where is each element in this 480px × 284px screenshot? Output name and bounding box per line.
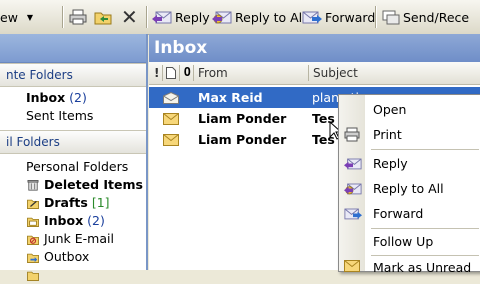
reply-icon [152,11,172,24]
navigation-pane: nte Folders Inbox (2) Sent Items il Fold… [0,34,148,281]
drafts-icon [27,199,39,209]
inbox-title: Inbox [149,34,480,62]
print-button[interactable] [69,7,87,27]
folder-personal-folders[interactable]: Personal Folders [26,158,128,176]
chevron-down-icon: ▼ [26,12,34,22]
menu-item-open[interactable]: Open [339,98,480,122]
view-menu-button[interactable]: ew ▼ [0,7,33,27]
menu-item-mark-as-unread-label: Mark as Unread [373,260,472,275]
unread-envelope-icon [163,134,179,146]
unread-envelope-icon [163,113,179,125]
menu-item-reply-to-all-label: Reply to All [373,181,444,196]
menu-item-print[interactable]: Print [339,123,480,147]
menu-item-forward-label: Forward [373,206,424,221]
menu-item-follow-up[interactable]: Follow Up [339,230,480,254]
read-envelope-icon [163,92,179,104]
junk-email-icon [27,235,39,245]
folder-next-partial[interactable] [26,266,44,284]
message-from: Max Reid [198,90,263,105]
send-receive-icon [382,10,400,25]
personal-folders-label: Personal Folders [26,159,129,174]
menu-item-forward[interactable]: Forward [339,202,480,226]
inbox-folder-label: Inbox [44,213,84,228]
folder-deleted-items[interactable]: Deleted Items [26,176,143,194]
reply-button[interactable]: Reply [152,7,210,27]
deleted-items-label: Deleted Items [44,177,143,192]
reply-icon [344,158,362,170]
subject-column-header[interactable]: Subject [313,62,358,84]
reply-to-all-button[interactable]: Reply to All [212,7,306,27]
delete-button[interactable]: ✕ [121,7,138,27]
folder-drafts[interactable]: Drafts [1] [26,194,110,212]
reply-to-all-label: Reply to All [235,9,306,25]
forward-button[interactable]: Forward [302,7,375,27]
reply-to-all-icon [344,183,362,195]
junk-email-label: Junk E-mail [44,231,114,246]
drafts-count: [1] [91,195,110,210]
favorite-sent-items[interactable]: Sent Items [26,107,93,125]
menu-item-print-label: Print [373,127,402,142]
folder-junk-email[interactable]: Junk E-mail [26,230,114,248]
context-menu: Open Print Reply Reply to All Forward Fo… [338,94,480,275]
menu-item-open-label: Open [373,102,407,117]
outbox-label: Outbox [44,249,90,264]
forward-icon [344,208,362,220]
forward-label: Forward [325,9,376,25]
inbox-folder-count: (2) [87,213,105,228]
delete-x-icon: ✕ [121,5,138,29]
print-icon [344,127,360,142]
from-column-header[interactable]: From [198,62,228,84]
menu-item-reply-label: Reply [373,156,408,171]
message-list-column-header: ! 𝟎 From Subject [149,62,480,85]
icon-column-header-icon[interactable] [166,67,176,79]
print-icon [69,9,87,25]
outbox-icon [27,253,39,263]
move-to-folder-button[interactable] [94,7,112,27]
move-to-folder-icon [94,12,112,25]
favorite-inbox-label: Inbox [26,90,66,105]
send-receive-label: Send/Rece [403,9,470,25]
send-receive-button[interactable]: Send/Rece [382,7,469,27]
inbox-folder-icon [27,217,39,227]
mail-folders-header[interactable]: il Folders [0,130,146,154]
favorite-sent-items-label: Sent Items [26,108,94,123]
menu-item-reply[interactable]: Reply [339,152,480,176]
message-from: Liam Ponder [198,132,287,147]
favorite-folders-header[interactable]: nte Folders [0,63,146,87]
unread-envelope-icon [344,260,360,272]
menu-item-reply-to-all[interactable]: Reply to All [339,177,480,201]
menu-item-mark-as-unread[interactable]: Mark as Unread [339,256,480,280]
reply-label: Reply [175,9,210,25]
view-label: ew [0,9,18,25]
forward-icon [302,11,322,24]
folder-icon [27,271,39,281]
favorite-inbox-count: (2) [69,90,87,105]
menu-item-follow-up-label: Follow Up [373,234,434,249]
reply-to-all-icon [212,11,232,24]
deleted-items-icon [27,179,39,191]
toolbar: ew ▼ ✕ Reply Reply to All Forward Send/R… [0,0,480,35]
drafts-label: Drafts [44,195,88,210]
folder-inbox[interactable]: Inbox (2) [26,212,105,230]
attachment-column-header-icon[interactable]: 𝟎 [184,65,191,80]
folder-outbox[interactable]: Outbox [26,248,89,266]
favorite-inbox[interactable]: Inbox (2) [26,89,87,107]
message-from: Liam Ponder [198,111,287,126]
importance-column-header[interactable]: ! [154,62,159,84]
nav-pane-header [0,34,146,63]
